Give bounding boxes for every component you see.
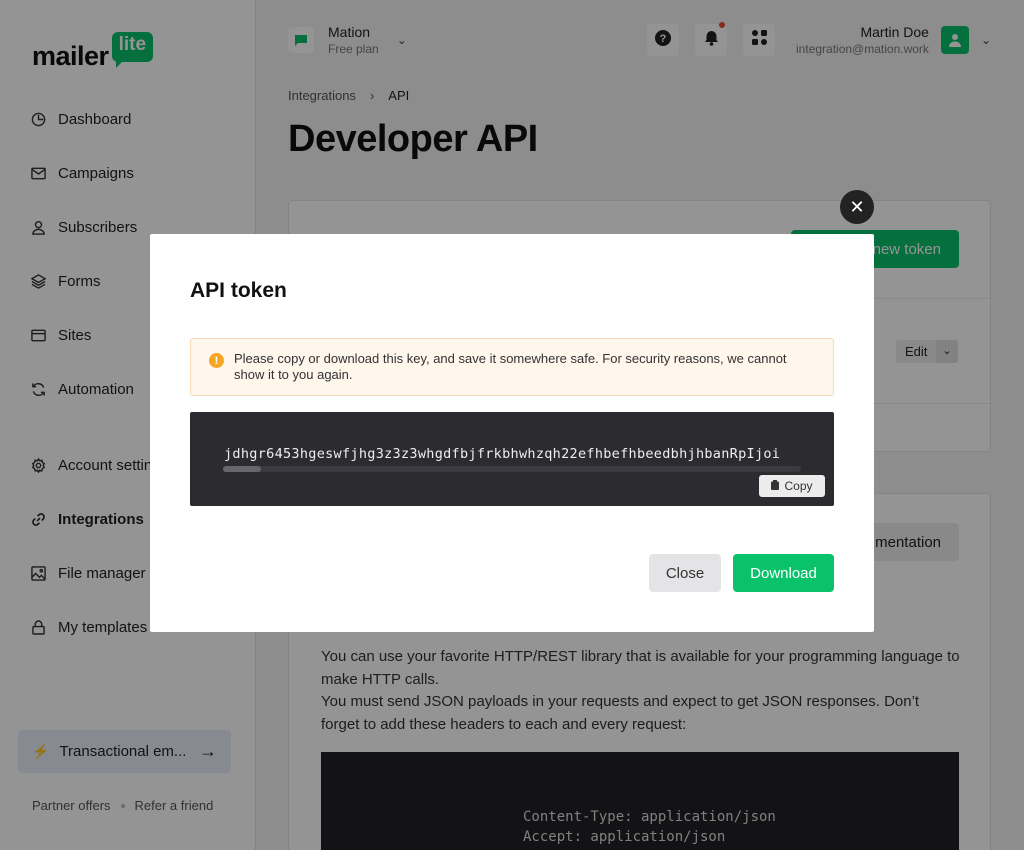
token-box: jdhgr6453hgeswfjhg3z3z3whgdfbjfrkbhwhzqh… [190, 412, 834, 506]
close-button[interactable]: Close [649, 554, 721, 592]
api-token-value[interactable]: jdhgr6453hgeswfjhg3z3z3whgdfbjfrkbhwhzqh… [224, 446, 780, 462]
warning-alert: ! Please copy or download this key, and … [190, 338, 834, 396]
horizontal-scrollbar[interactable] [223, 466, 801, 472]
copy-button[interactable]: Copy [759, 475, 825, 497]
warning-text: Please copy or download this key, and sa… [234, 351, 787, 382]
modal-close-icon[interactable]: ✕ [840, 190, 874, 224]
modal-title: API token [190, 279, 287, 302]
clipboard-icon [771, 479, 780, 493]
copy-label: Copy [784, 479, 813, 493]
api-token-modal: API token ! Please copy or download this… [150, 234, 874, 632]
download-button[interactable]: Download [733, 554, 834, 592]
warning-icon: ! [209, 353, 224, 368]
scrollbar-thumb[interactable] [223, 466, 261, 472]
